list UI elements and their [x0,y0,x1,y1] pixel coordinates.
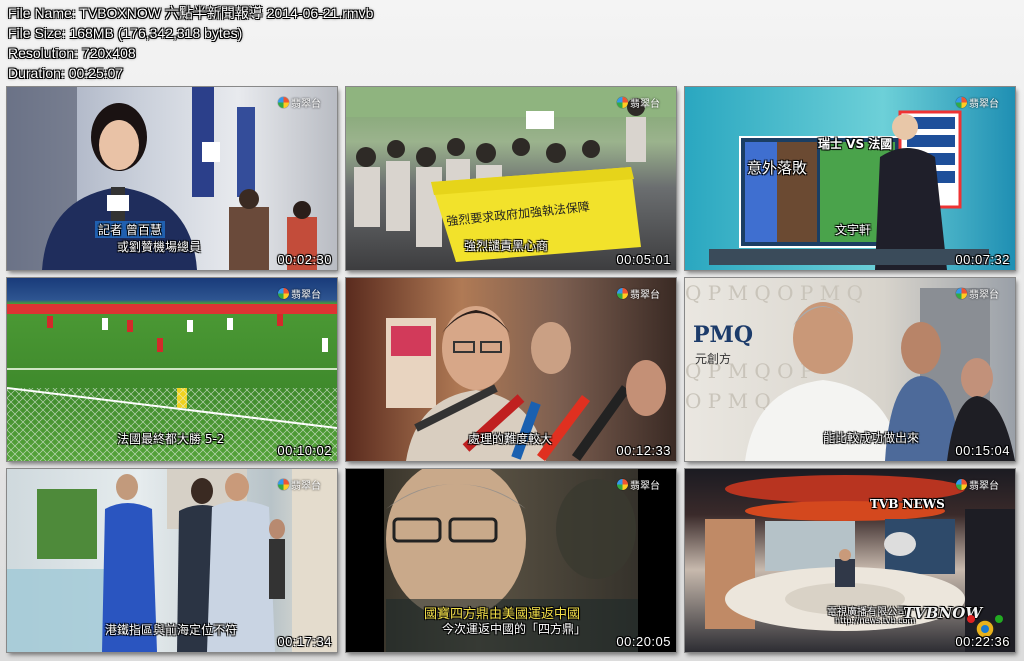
timestamp: 00:02:30 [277,252,332,267]
channel-logo: 翡翠台 [617,477,660,492]
timestamp: 00:12:33 [616,443,671,458]
timestamp: 00:10:02 [277,443,332,458]
studio-illustration [709,110,989,270]
timestamp: 00:17:34 [277,634,332,649]
thumbnail-7[interactable]: 港鐵指區與前海定位不符 翡翠台 00:17:34 [7,469,337,652]
svg-text:Q P M Q O P M Q: Q P M Q O P M Q [685,281,863,305]
thumbnail-9[interactable]: TVB NEWS 電視廣播有限公司 http://news.tvb.com TV… [685,469,1015,652]
timestamp: 00:20:05 [616,634,671,649]
thumbnail-2[interactable]: 強烈要求政府加強執法保障 強烈譴責黑心商 翡翠台 00:05:01 [346,87,676,270]
channel-logo: 翡翠台 [278,477,321,492]
thumbnail-8[interactable]: 國寶四方鼎由美國運返中國 今次運返中國的「四方鼎」 翡翠台 00:20:05 [346,469,676,652]
anchor-name: 文宇軒 [835,223,872,237]
tvbnow-watermark: TVBNOW [903,604,983,622]
reporter-name-caption: 記者 曾百慧 [95,221,165,238]
thumbnail-1[interactable]: 記者 曾百慧 或劉贊機場總員 翡翠台 00:02:30 [7,87,337,270]
timestamp: 00:22:36 [955,634,1010,649]
match-title: 瑞士 VS 法國 [818,137,893,151]
channel-logo: 翡翠台 [956,286,999,301]
thumbnail-4[interactable]: 法國最終都大勝 5-2 翡翠台 00:10:02 [7,278,337,461]
subtitle-caption: 法國最終都大勝 5-2 [117,432,225,446]
channel-logo: 翡翠台 [278,286,321,301]
channel-logo: 翡翠台 [617,95,660,110]
file-size-line: File Size: 168MB (176,342,318 bytes) [8,25,243,41]
subtitle-caption: 處理的難度較大 [468,432,553,446]
headline-caption: 意外落敗 [747,159,808,177]
file-name-line: File Name: TVBOXNOW 六點半新聞報導 2014-06-21.r… [8,5,374,21]
tvb-news-sign: TVB NEWS [870,497,945,511]
tvb-logo-icon [278,288,289,299]
duration-line: Duration: 00:25:07 [8,65,124,81]
pmq-chinese-name: 元創方 [695,352,732,366]
channel-logo: 翡翠台 [617,286,660,301]
tvb-logo-icon [617,288,628,299]
tvb-logo-icon [617,97,628,108]
subtitle-caption: 港鐵指區與前海定位不符 [105,623,238,637]
subtitle-caption: 能比較成功做出來 [823,431,920,445]
channel-logo: 翡翠台 [956,95,999,110]
pmq-logo-text: PMQ [693,322,754,348]
tvb-logo-icon [956,97,967,108]
resolution-line: Resolution: 720x408 [8,45,136,61]
thumbnail-5[interactable]: 處理的難度較大 翡翠台 00:12:33 [346,278,676,461]
tvb-logo-icon [617,479,628,490]
timestamp: 00:05:01 [616,252,671,267]
tvb-logo-icon [278,97,289,108]
thumbnail-3[interactable]: 瑞士 VS 法國 意外落敗 文宇軒 翡翠台 00:07:32 [685,87,1015,270]
subtitle-caption: 或劉贊機場總員 [117,240,202,254]
file-info: File Name: TVBOXNOW 六點半新聞報導 2014-06-21.r… [8,3,373,83]
channel-logo: 翡翠台 [956,477,999,492]
timestamp: 00:15:04 [955,443,1010,458]
thumbnail-6[interactable]: Q P M Q O P M Q Q P M Q O P O P M Q O P … [685,278,1015,461]
tvb-logo-icon [278,479,289,490]
tvb-logo-icon [956,479,967,490]
subtitle-caption: 強烈譴責黑心商 [464,239,549,253]
sports-studio-scene [685,87,1015,270]
channel-logo: 翡翠台 [278,95,321,110]
subtitle-caption: 今次運返中國的「四方鼎」 [442,622,587,636]
tvb-logo-icon [956,288,967,299]
timestamp: 00:07:32 [955,252,1010,267]
